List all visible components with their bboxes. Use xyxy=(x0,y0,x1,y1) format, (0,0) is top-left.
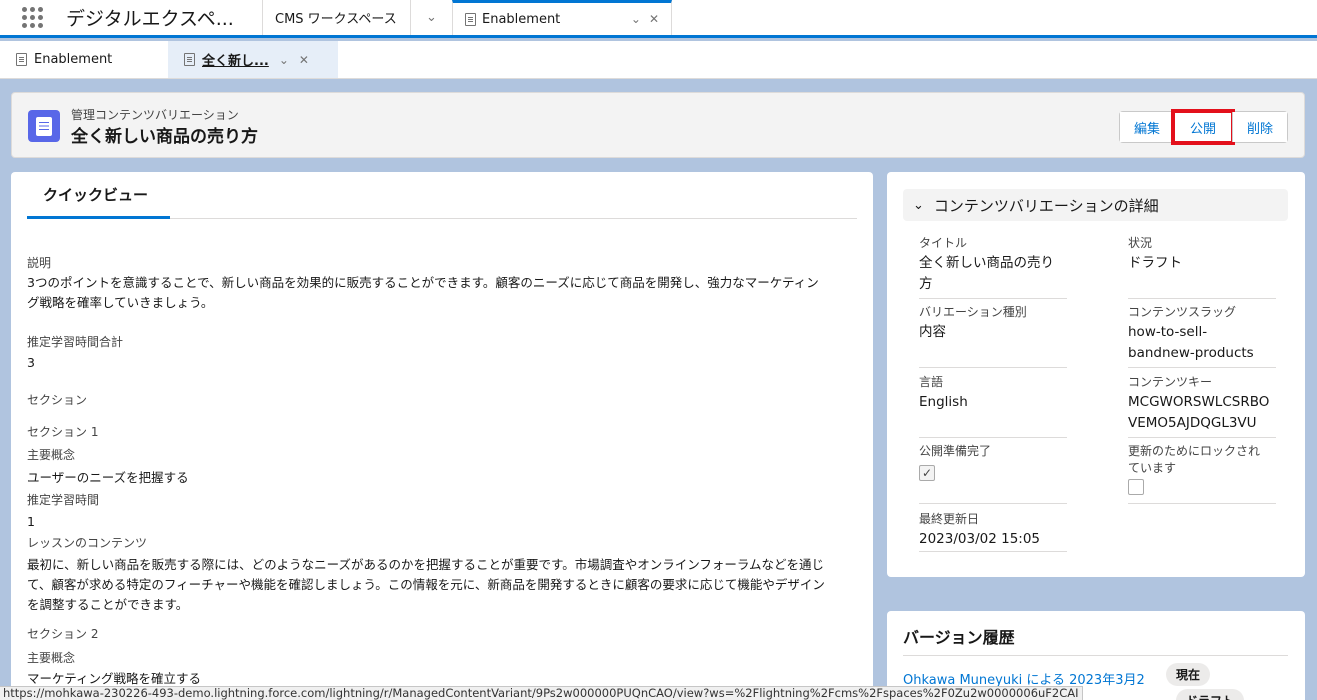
document-icon xyxy=(184,53,195,66)
draft-badge: ドラフト xyxy=(1176,689,1245,700)
lesson-content-line: 最初に、新しい商品を販売する際には、どのようなニーズがあるのかを把握することが重… xyxy=(27,557,825,572)
publish-button[interactable]: 公開 xyxy=(1170,109,1235,145)
field-label: コンテンツスラッグ xyxy=(1128,305,1237,319)
field-value: 2023/03/02 15:05 xyxy=(919,531,1041,547)
field-label: 更新のためにロックされ xyxy=(1128,444,1261,458)
chevron-down-icon[interactable]: ⌄ xyxy=(631,12,641,26)
field-locked-for-update: 更新のためにロックされ ています xyxy=(1128,442,1276,504)
checkbox-unchecked-icon xyxy=(1128,479,1144,495)
field-value: bandnew-products xyxy=(1128,345,1254,361)
lesson-content-line: て、顧客が求める特定のフィーチャーや機能を確認しましょう。この情報を元に、新商品… xyxy=(27,577,825,592)
workspace-subtabs: Enablement 全く新し... ⌄ ✕ xyxy=(0,41,1317,79)
tab-quickview[interactable]: クイックビュー xyxy=(27,172,170,219)
description-line: 3つのポイントを意識することで、新しい商品を効果的に販売することができます。顧客… xyxy=(27,275,819,290)
field-content-slug: コンテンツスラッグ how-to-sell- bandnew-products xyxy=(1128,303,1276,368)
checkbox-checked-icon: ✓ xyxy=(919,465,935,481)
field-title: タイトル 全く新しい商品の売り 方 xyxy=(919,234,1067,299)
chevron-down-icon: ⌄ xyxy=(913,197,924,213)
field-label: 状況 xyxy=(1128,236,1153,250)
document-icon xyxy=(465,12,476,26)
field-value: 内容 xyxy=(919,324,946,340)
document-icon xyxy=(16,53,27,66)
divider xyxy=(903,655,1288,656)
edit-button[interactable]: 編集 xyxy=(1119,112,1174,142)
field-value: 全く新しい商品の売り xyxy=(919,255,1054,271)
concept-label: 主要概念 xyxy=(27,651,76,665)
field-value: 方 xyxy=(919,276,933,292)
time-value: 1 xyxy=(27,514,35,529)
total-time-label: 推定学習時間合計 xyxy=(27,335,124,349)
app-name: デジタルエクスペ... xyxy=(66,8,234,30)
close-icon[interactable]: ✕ xyxy=(649,12,659,26)
content-variation-details-card: ⌄ コンテンツバリエーションの詳細 タイトル 全く新しい商品の売り 方 状況 ド… xyxy=(887,172,1305,577)
close-icon[interactable]: ✕ xyxy=(299,53,309,67)
description-label: 説明 xyxy=(27,256,52,270)
description-line: グ戦略を確率していきましょう。 xyxy=(27,295,214,310)
field-label: 言語 xyxy=(919,375,944,389)
concept-label: 主要概念 xyxy=(27,448,76,462)
section-2-title: セクション 2 xyxy=(27,627,99,641)
nav-more-chevron-down-icon[interactable]: ⌄ xyxy=(410,0,452,35)
nav-tab-label: CMS ワークスペース xyxy=(275,12,397,27)
current-badge: 現在 xyxy=(1166,663,1211,686)
field-label: タイトル xyxy=(919,236,968,250)
managed-content-icon xyxy=(28,110,60,142)
field-value: MCGWORSWLCSRBO xyxy=(1128,394,1270,410)
delete-button[interactable]: 削除 xyxy=(1231,112,1287,142)
field-value: ドラフト xyxy=(1128,255,1182,271)
quickview-card: クイックビュー 説明 3つのポイントを意識することで、新しい商品を効果的に販売す… xyxy=(11,172,873,700)
version-history-title: バージョン履歴 xyxy=(903,628,1015,647)
tab-strip: クイックビュー xyxy=(27,172,857,219)
lesson-content-line: を調整することができます。 xyxy=(27,597,189,612)
field-label: バリエーション種別 xyxy=(919,305,1027,319)
concept-value: ユーザーのニーズを把握する xyxy=(27,470,189,485)
action-button-group: 編集 公開 削除 xyxy=(1118,109,1288,145)
field-label: 最終更新日 xyxy=(919,512,980,526)
record-type: 管理コンテンツバリエーション xyxy=(71,108,239,122)
field-status: 状況 ドラフト xyxy=(1128,234,1276,299)
lesson-content-label: レッスンのコンテンツ xyxy=(27,536,148,550)
details-section-header[interactable]: ⌄ コンテンツバリエーションの詳細 xyxy=(903,189,1288,221)
field-label: 公開準備完了 xyxy=(919,444,992,458)
field-content-key: コンテンツキー MCGWORSWLCSRBO VEMO5AJDQGL3VU xyxy=(1128,373,1276,438)
nav-tab-cms-workspace[interactable]: CMS ワークスペース xyxy=(262,0,410,35)
field-variation-type: バリエーション種別 内容 xyxy=(919,303,1067,368)
field-last-modified: 最終更新日 2023/03/02 15:05 xyxy=(919,510,1067,552)
field-language: 言語 English xyxy=(919,373,1067,438)
field-label: コンテンツキー xyxy=(1128,375,1213,389)
total-time-value: 3 xyxy=(27,355,35,370)
app-navigation-bar: デジタルエクスペ... CMS ワークスペース ⌄ Enablement ⌄ ✕ xyxy=(0,0,1317,38)
field-value: VEMO5AJDQGL3VU xyxy=(1128,415,1257,431)
section-1-title: セクション 1 xyxy=(27,425,99,439)
browser-status-url: https://mohkawa-230226-493-demo.lightnin… xyxy=(0,686,1083,700)
subtab-enablement[interactable]: Enablement xyxy=(0,41,168,78)
section-heading: セクション xyxy=(27,393,88,407)
field-ready-to-publish: 公開準備完了 ✓ xyxy=(919,442,1067,504)
field-value: English xyxy=(919,394,968,410)
record-header: 管理コンテンツバリエーション 全く新しい商品の売り方 編集 公開 削除 xyxy=(11,92,1305,158)
page-title: 全く新しい商品の売り方 xyxy=(71,127,258,147)
subtab-label: Enablement xyxy=(34,52,113,67)
subtab-label: 全く新し... xyxy=(202,54,269,69)
time-label: 推定学習時間 xyxy=(27,493,100,507)
nav-tab-label: Enablement xyxy=(482,11,561,27)
app-launcher-icon[interactable] xyxy=(0,0,64,35)
section-title: コンテンツバリエーションの詳細 xyxy=(933,196,1159,215)
nav-tab-enablement[interactable]: Enablement ⌄ ✕ xyxy=(452,0,672,35)
subtab-current-record[interactable]: 全く新し... ⌄ ✕ xyxy=(168,41,338,78)
field-label: ています xyxy=(1128,461,1177,475)
field-value: how-to-sell- xyxy=(1128,324,1208,340)
chevron-down-icon[interactable]: ⌄ xyxy=(279,53,289,67)
